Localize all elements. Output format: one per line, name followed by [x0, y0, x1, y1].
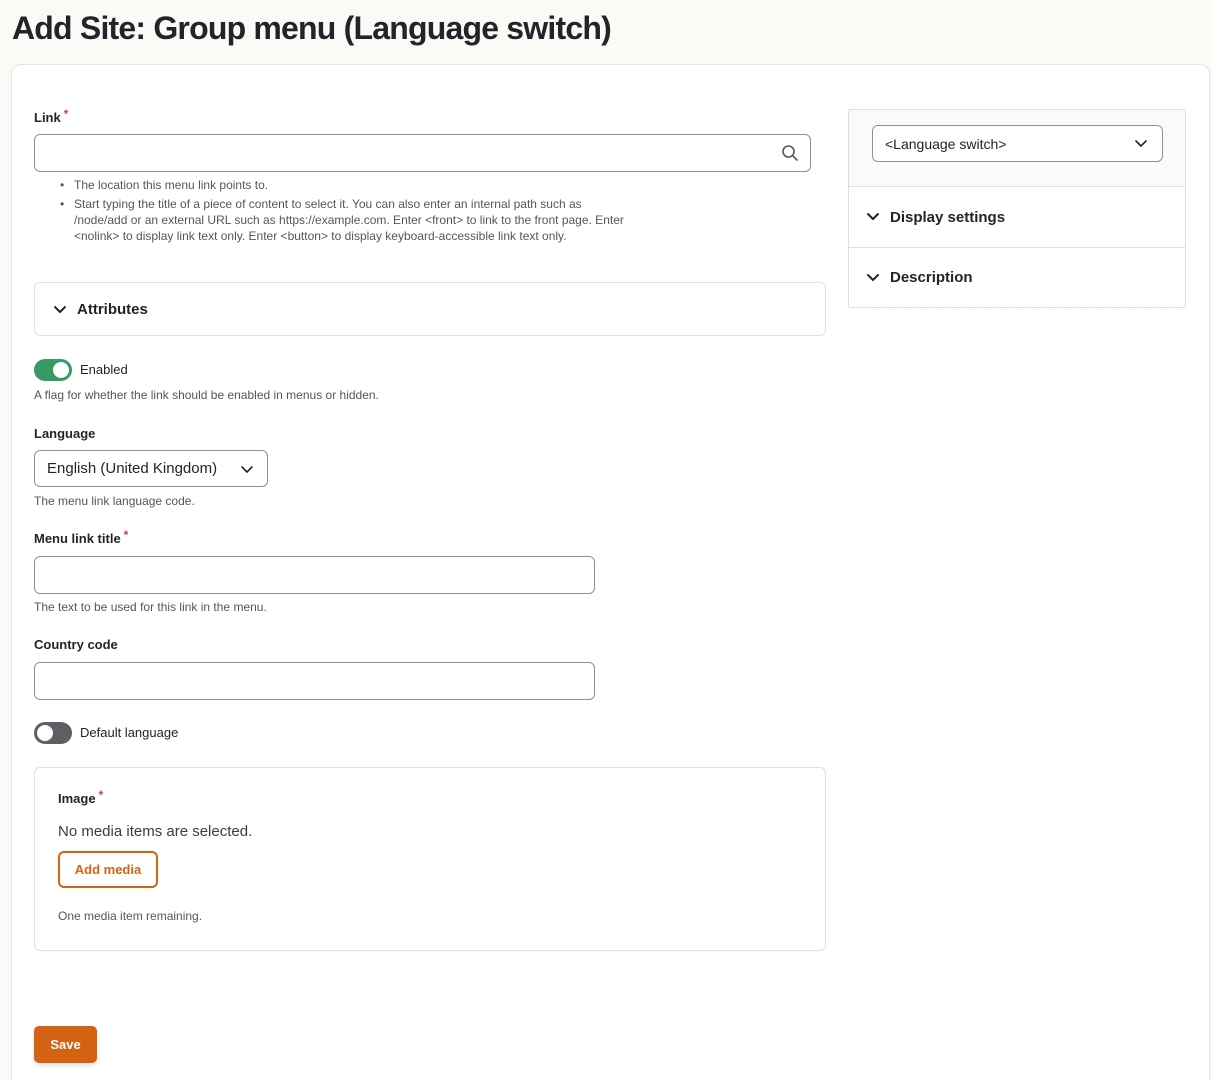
sidebar-panel: <Language switch> Display settings Descr…: [848, 109, 1186, 308]
enabled-description: A flag for whether the link should be en…: [34, 388, 379, 402]
default-language-label: Default language: [80, 725, 179, 740]
link-label-text: Link: [34, 110, 61, 125]
enabled-toggle[interactable]: [34, 359, 72, 381]
language-description: The menu link language code.: [34, 494, 195, 508]
enabled-label: Enabled: [80, 362, 128, 377]
image-empty-text: No media items are selected.: [58, 823, 253, 840]
chevron-down-icon: [241, 466, 253, 473]
image-fieldset: Image * No media items are selected. Add …: [34, 767, 826, 951]
toggle-knob: [37, 725, 53, 741]
default-language-toggle[interactable]: [34, 722, 72, 744]
required-mark: *: [63, 107, 69, 121]
image-remaining-text: One media item remaining.: [58, 909, 203, 923]
description-label: Description: [890, 269, 973, 286]
description-section[interactable]: Description: [849, 247, 1185, 307]
menu-title-label-text: Menu link title: [34, 531, 121, 546]
language-select-value: English (United Kingdom): [47, 460, 218, 477]
menu-title-input[interactable]: [34, 556, 595, 594]
page-title: Add Site: Group menu (Language switch): [12, 10, 612, 46]
menu-title-label: Menu link title *: [34, 528, 129, 546]
search-icon[interactable]: [780, 143, 800, 163]
chevron-down-icon: [54, 306, 66, 313]
menu-title-description: The text to be used for this link in the…: [34, 600, 267, 614]
link-label: Link *: [34, 107, 69, 125]
display-settings-label: Display settings: [890, 209, 1006, 226]
link-input[interactable]: [34, 134, 811, 172]
required-mark: *: [123, 528, 129, 542]
help-item-text: The location this menu link points to.: [74, 178, 269, 192]
help-item-text: Start typing the title of a piece of con…: [74, 197, 624, 243]
chevron-down-icon: [867, 213, 879, 220]
required-mark: *: [98, 788, 104, 802]
display-settings-section[interactable]: Display settings: [849, 186, 1185, 247]
image-label: Image *: [58, 788, 104, 806]
help-item: • The location this menu link points to.: [60, 178, 269, 192]
language-select[interactable]: English (United Kingdom): [34, 450, 268, 487]
country-code-label: Country code: [34, 637, 118, 652]
chevron-down-icon: [867, 274, 879, 281]
chevron-down-icon: [1135, 140, 1147, 147]
image-label-text: Image: [58, 791, 96, 806]
menu-parent-select-value: <Language switch>: [885, 136, 1007, 152]
toggle-knob: [53, 362, 69, 378]
attributes-fieldset[interactable]: Attributes: [34, 282, 826, 336]
add-media-button[interactable]: Add media: [58, 851, 158, 888]
help-item: • Start typing the title of a piece of co…: [34, 196, 674, 244]
language-label: Language: [34, 426, 96, 441]
save-button[interactable]: Save: [34, 1026, 97, 1063]
attributes-label: Attributes: [77, 301, 148, 318]
menu-parent-select[interactable]: <Language switch>: [872, 125, 1163, 162]
link-help: • The location this menu link points to. …: [34, 177, 674, 247]
country-code-input[interactable]: [34, 662, 595, 700]
link-input-field[interactable]: [35, 135, 765, 171]
